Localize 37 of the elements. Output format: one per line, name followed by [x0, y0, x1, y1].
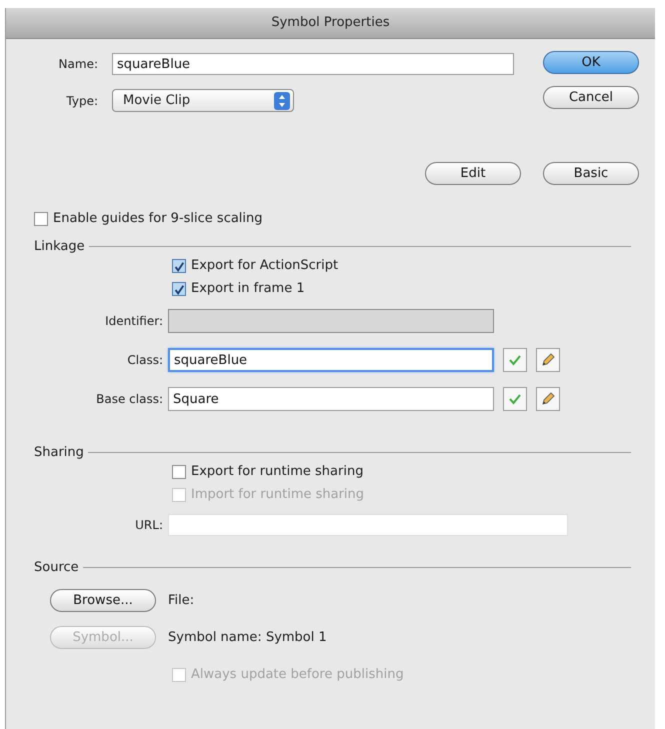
pencil-icon[interactable] — [536, 387, 560, 411]
section-title: Source — [34, 560, 79, 575]
field-label: Base class: — [95, 392, 163, 406]
url-field[interactable] — [168, 514, 568, 536]
source-info: File: — [168, 593, 194, 608]
type-label: Type: — [65, 94, 98, 108]
mode-button[interactable]: Basic — [543, 162, 639, 185]
section-title: Sharing — [34, 445, 84, 460]
checkbox-label: Export in frame 1 — [191, 281, 305, 296]
dialog-button[interactable]: OK — [543, 51, 639, 74]
field-label: Class: — [126, 353, 163, 367]
checkbox[interactable] — [172, 258, 186, 272]
checkbox-label: Always update before publishing — [191, 667, 404, 682]
stepper-icon — [274, 92, 290, 110]
name-label: Name: — [58, 57, 98, 71]
pencil-icon[interactable] — [536, 348, 560, 372]
section-title: Linkage — [34, 239, 85, 254]
checkbox-label: Export for ActionScript — [191, 258, 338, 273]
window-title: Symbol Properties — [6, 8, 655, 39]
text-field[interactable]: Square — [168, 387, 494, 411]
source-info: Symbol name: Symbol 1 — [168, 630, 327, 645]
check-icon[interactable] — [503, 348, 527, 372]
field-label: Identifier: — [104, 314, 163, 328]
check-icon[interactable] — [503, 387, 527, 411]
dialog-button[interactable]: Cancel — [543, 86, 639, 109]
type-dropdown[interactable]: Movie Clip — [112, 89, 294, 112]
checkbox-label: Import for runtime sharing — [191, 487, 364, 502]
checkbox-label: Export for runtime sharing — [191, 464, 364, 479]
checkbox[interactable] — [34, 212, 48, 226]
checkbox[interactable] — [172, 282, 186, 296]
mode-button[interactable]: Edit — [425, 162, 521, 185]
name-field[interactable]: squareBlue — [112, 53, 514, 75]
checkbox-label: Enable guides for 9-slice scaling — [53, 211, 263, 226]
source-button[interactable]: Browse... — [50, 589, 156, 612]
url-label: URL: — [134, 518, 163, 532]
checkbox[interactable] — [172, 464, 186, 478]
text-field[interactable]: squareBlue — [168, 348, 494, 372]
